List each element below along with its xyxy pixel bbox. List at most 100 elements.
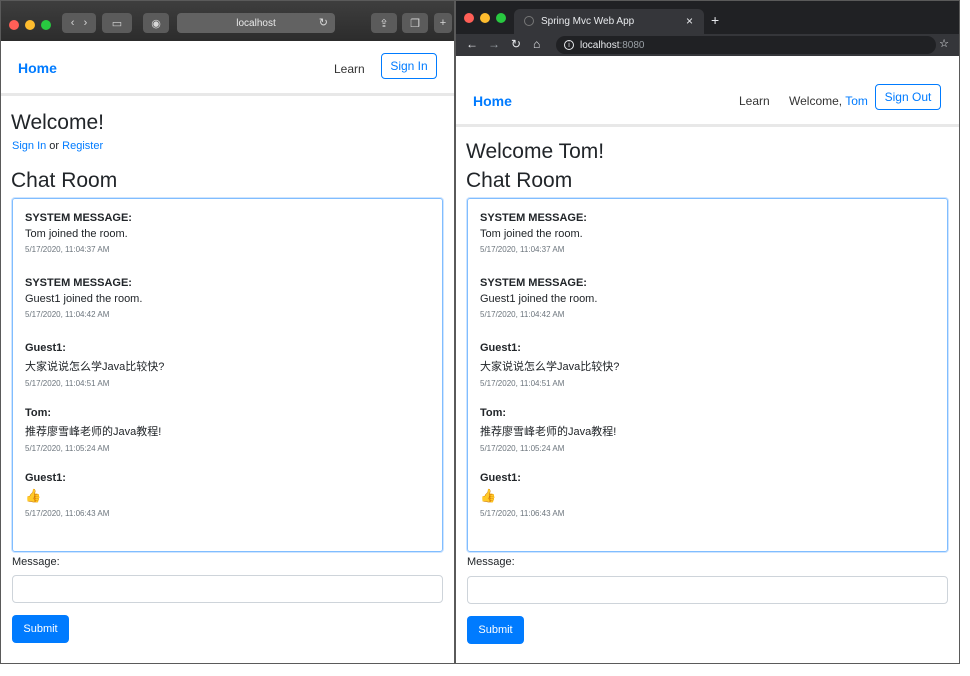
chat-messages-box[interactable]: SYSTEM MESSAGE: Tom joined the room. 5/1… [467,198,948,552]
back-icon[interactable]: ‹ [71,17,75,29]
nav-brand-home[interactable]: Home [18,60,57,76]
reload-icon[interactable]: ↻ [319,16,328,29]
welcome-heading: Welcome Tom! [466,140,605,163]
privacy-icon[interactable]: ◉ [143,13,169,33]
navbar: Home Learn Welcome, Tom Sign Out [456,56,959,127]
address-bar[interactable]: localhost ↻ [177,13,335,33]
navbar: Home Learn Sign In [1,41,454,96]
welcome-user: Welcome, Tom [789,94,868,108]
chat-messages-box[interactable]: SYSTEM MESSAGE: Tom joined the room. 5/1… [12,198,443,552]
maximize-window-icon[interactable] [496,13,506,23]
thumbs-up-icon: 👍 [480,488,497,503]
message-time: 5/17/2020, 11:04:51 AM [480,379,565,388]
browser-window-chrome: Spring Mvc Web App × + ← → ↻ ⌂ i localho… [455,0,960,664]
nav-link-learn[interactable]: Learn [739,94,770,108]
address-bar[interactable]: i localhost:8080 [556,36,936,54]
message-time: 5/17/2020, 11:06:43 AM [480,509,565,518]
close-window-icon[interactable] [464,13,474,23]
chat-room-heading: Chat Room [11,169,118,192]
message-time: 5/17/2020, 11:06:43 AM [25,509,110,518]
back-icon[interactable]: ← [466,37,478,51]
message-sender: Guest1: [25,472,66,484]
register-link[interactable]: Register [62,140,103,152]
browser-window-safari: ‹ › ▭ ◉ localhost ↻ ⇪ ❐ + Home Learn Sig… [0,0,455,664]
nav-link-learn[interactable]: Learn [334,62,365,76]
message-sender: Guest1: [480,472,521,484]
submit-button[interactable]: Submit [467,616,524,644]
sidebar-toggle-icon[interactable]: ▭ [102,13,132,33]
message-sender: SYSTEM MESSAGE: [25,277,132,289]
message-text: Tom joined the room. [480,228,583,240]
message-time: 5/17/2020, 11:04:42 AM [480,310,565,319]
message-text: Tom joined the room. [25,228,128,240]
message-text: 推荐廖雪峰老师的Java教程! [25,426,162,438]
nav-brand-home[interactable]: Home [473,93,512,109]
favicon-icon [524,16,534,26]
minimize-window-icon[interactable] [480,13,490,23]
forward-icon[interactable]: › [84,17,88,29]
browser-tab[interactable]: Spring Mvc Web App × [514,9,704,34]
address-host: localhost [580,39,620,51]
message-sender: SYSTEM MESSAGE: [480,212,587,224]
message-input[interactable] [12,575,443,603]
reload-icon[interactable]: ↻ [511,37,521,51]
username-link[interactable]: Tom [845,94,868,108]
tabs-overview-icon[interactable]: ❐ [402,13,428,33]
message-text: 大家说说怎么学Java比较快? [480,361,620,373]
message-text: Guest1 joined the room. [480,293,598,305]
message-sender: Tom: [480,407,507,419]
maximize-window-icon[interactable] [41,20,51,30]
chat-message: Guest1: 大家说说怎么学Java比较快? 5/17/2020, 11:04… [25,342,164,388]
message-time: 5/17/2020, 11:04:37 AM [25,245,110,254]
chat-message: SYSTEM MESSAGE: Tom joined the room. 5/1… [480,212,587,254]
chat-message: Tom: 推荐廖雪峰老师的Java教程! 5/17/2020, 11:05:24… [25,407,161,453]
message-time: 5/17/2020, 11:05:24 AM [25,444,110,453]
chat-message: Guest1: 👍 5/17/2020, 11:06:43 AM [480,472,564,518]
signin-prompt: Sign In or Register [12,140,103,152]
message-input[interactable] [467,576,948,604]
new-tab-icon[interactable]: + [711,12,719,28]
message-sender: SYSTEM MESSAGE: [25,212,132,224]
welcome-heading: Welcome! [11,111,104,134]
message-text: 推荐廖雪峰老师的Java教程! [480,426,617,438]
message-label: Message: [12,556,60,568]
message-sender: Guest1: [480,342,521,354]
message-time: 5/17/2020, 11:05:24 AM [480,444,565,453]
address-text: localhost [236,17,276,29]
bookmark-star-icon[interactable]: ☆ [939,37,949,50]
submit-button[interactable]: Submit [12,615,69,643]
message-time: 5/17/2020, 11:04:37 AM [480,245,565,254]
home-icon[interactable]: ⌂ [533,37,540,51]
message-sender: SYSTEM MESSAGE: [480,277,587,289]
sign-out-button[interactable]: Sign Out [875,84,941,110]
tab-title: Spring Mvc Web App [541,16,635,27]
message-label: Message: [467,556,515,568]
chat-message: Guest1: 👍 5/17/2020, 11:06:43 AM [25,472,109,518]
chat-room-heading: Chat Room [466,169,573,192]
chrome-tab-strip: Spring Mvc Web App × + [456,1,959,34]
message-text: Guest1 joined the room. [25,293,143,305]
sign-in-link[interactable]: Sign In [12,140,46,152]
page-content: Home Learn Sign In Welcome! Sign In or R… [1,41,454,663]
close-window-icon[interactable] [9,20,19,30]
share-icon[interactable]: ⇪ [371,13,397,33]
new-tab-icon[interactable]: + [434,13,452,33]
forward-icon[interactable]: → [488,37,500,51]
page-content: Home Learn Welcome, Tom Sign Out Welcome… [456,56,959,663]
message-sender: Guest1: [25,342,66,354]
back-forward-buttons[interactable]: ‹ › [62,13,96,33]
message-time: 5/17/2020, 11:04:42 AM [25,310,110,319]
chat-message: SYSTEM MESSAGE: Guest1 joined the room. … [480,277,597,319]
close-tab-icon[interactable]: × [686,14,693,28]
chat-message: Tom: 推荐廖雪峰老师的Java教程! 5/17/2020, 11:05:24… [480,407,616,453]
chat-message: SYSTEM MESSAGE: Guest1 joined the room. … [25,277,142,319]
safari-toolbar: ‹ › ▭ ◉ localhost ↻ ⇪ ❐ + [1,1,454,41]
message-text: 大家说说怎么学Java比较快? [25,361,165,373]
minimize-window-icon[interactable] [25,20,35,30]
chat-message: SYSTEM MESSAGE: Tom joined the room. 5/1… [25,212,132,254]
chrome-toolbar: ← → ↻ ⌂ i localhost:8080 ☆ [456,34,959,56]
info-icon[interactable]: i [564,40,574,50]
sign-in-button[interactable]: Sign In [381,53,437,79]
address-port: :8080 [619,39,645,51]
chat-message: Guest1: 大家说说怎么学Java比较快? 5/17/2020, 11:04… [480,342,619,388]
